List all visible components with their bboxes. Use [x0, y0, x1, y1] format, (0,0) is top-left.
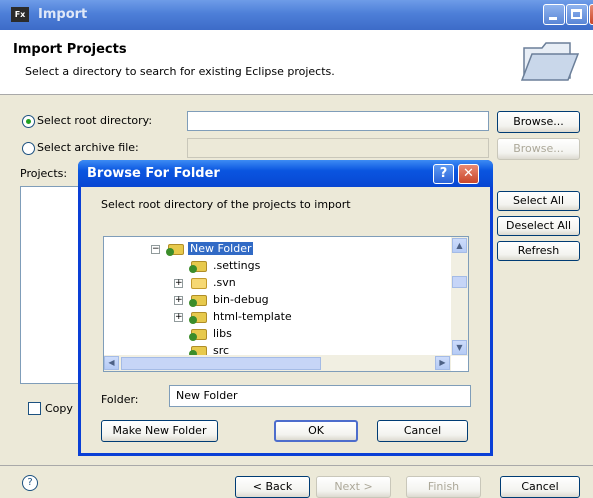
copy-projects-checkbox[interactable] [28, 402, 41, 415]
tree-item[interactable]: libs [104, 326, 450, 343]
folder-tree[interactable]: − New Folder .settings + .svn + bin-debug + html… [103, 236, 469, 372]
scroll-right-button[interactable]: ▶ [435, 356, 450, 370]
folder-label: Folder: [101, 393, 139, 406]
project-folder-icon [166, 244, 184, 256]
horizontal-scroll-thumb[interactable] [121, 357, 321, 370]
tree-item-label: .svn [213, 276, 236, 289]
tree-item[interactable]: .settings [104, 258, 450, 275]
folder-icon [520, 42, 580, 81]
refresh-button[interactable]: Refresh [497, 241, 580, 261]
help-icon[interactable]: ? [22, 475, 38, 491]
tree-vertical-scrollbar[interactable] [451, 237, 468, 356]
tree-item-label: New Folder [188, 242, 254, 255]
footer-separator [0, 465, 593, 466]
deselect-all-button[interactable]: Deselect All [497, 216, 580, 236]
expand-icon[interactable]: + [174, 296, 183, 305]
expand-icon[interactable]: + [174, 313, 183, 322]
folder-icon [191, 278, 207, 289]
minimize-icon [549, 17, 557, 20]
tree-item[interactable]: − New Folder [104, 241, 450, 258]
tree-item-label: html-template [213, 310, 292, 323]
tree-item-label: libs [213, 327, 232, 340]
vertical-scroll-thumb[interactable] [452, 276, 467, 288]
select-all-button[interactable]: Select All [497, 191, 580, 211]
collapse-icon[interactable]: − [151, 245, 160, 254]
dialog-help-button[interactable]: ? [433, 164, 454, 184]
project-folder-icon [189, 329, 207, 341]
page-title: Import Projects [13, 42, 127, 57]
folder-input[interactable]: New Folder [169, 385, 471, 407]
minimize-button[interactable] [543, 4, 565, 25]
tree-item[interactable]: + .svn [104, 275, 450, 292]
window-close-button[interactable] [589, 4, 593, 25]
browse-archive-button[interactable]: Browse... [497, 138, 580, 160]
expand-icon[interactable]: + [174, 279, 183, 288]
dialog-title: Browse For Folder [87, 166, 220, 181]
next-button[interactable]: Next > [316, 476, 391, 498]
browse-root-button[interactable]: Browse... [497, 111, 580, 133]
project-folder-icon [189, 312, 207, 324]
copy-projects-label: Copy [45, 402, 73, 415]
dialog-cancel-button[interactable]: Cancel [377, 420, 468, 442]
wizard-header [0, 30, 593, 95]
dialog-instruction: Select root directory of the projects to… [101, 198, 351, 211]
app-icon: Fx [11, 7, 29, 22]
back-button[interactable]: < Back [235, 476, 310, 498]
project-folder-icon [189, 261, 207, 273]
tree-item[interactable]: + bin-debug [104, 292, 450, 309]
root-directory-radio[interactable] [22, 115, 35, 128]
dialog-close-button[interactable]: ✕ [458, 164, 479, 184]
maximize-button[interactable] [566, 4, 588, 25]
window-title: Import [38, 7, 88, 22]
scroll-up-button[interactable]: ▲ [452, 238, 467, 253]
tree-item[interactable]: + html-template [104, 309, 450, 326]
ok-button[interactable]: OK [274, 420, 358, 442]
archive-file-radio[interactable] [22, 142, 35, 155]
project-folder-icon [189, 295, 207, 307]
scroll-left-button[interactable]: ◀ [104, 356, 119, 370]
make-new-folder-button[interactable]: Make New Folder [101, 420, 218, 442]
page-description: Select a directory to search for existin… [25, 65, 335, 78]
maximize-icon [571, 9, 582, 19]
window-titlebar [0, 0, 593, 30]
projects-label: Projects: [20, 167, 68, 180]
root-directory-label: Select root directory: [37, 114, 153, 127]
archive-file-label: Select archive file: [37, 141, 139, 154]
finish-button[interactable]: Finish [406, 476, 481, 498]
archive-file-input[interactable] [187, 138, 489, 158]
tree-item-label: .settings [213, 259, 261, 272]
root-directory-input[interactable] [187, 111, 489, 131]
cancel-button[interactable]: Cancel [500, 476, 580, 498]
tree-item-label: bin-debug [213, 293, 269, 306]
scroll-down-button[interactable]: ▼ [452, 340, 467, 355]
